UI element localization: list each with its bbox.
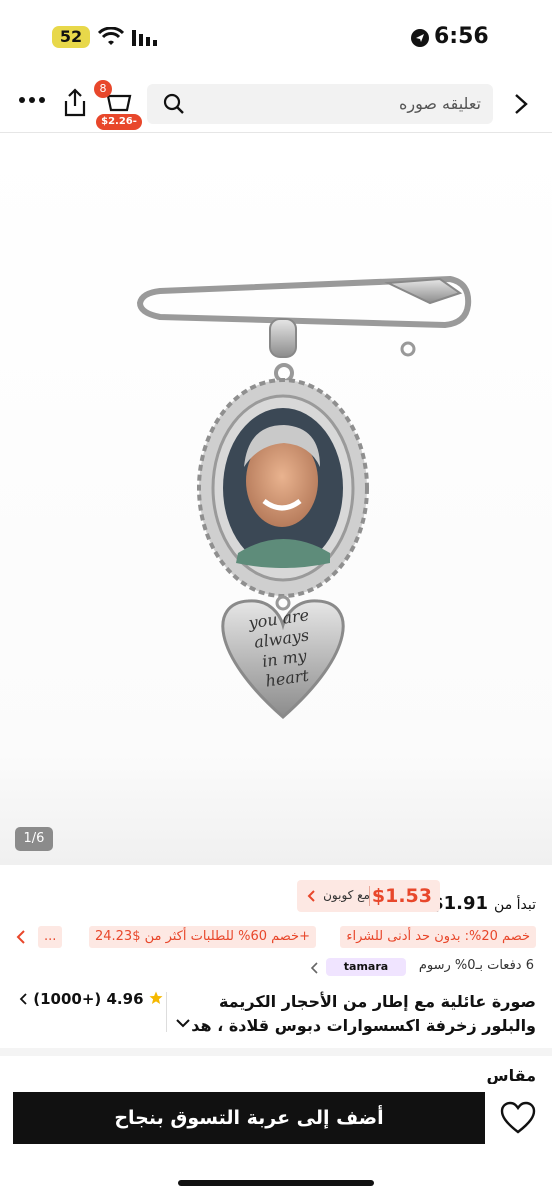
promo-tag[interactable]: خصم 20%: بدون حد أدنى للشراء — [340, 926, 536, 948]
location-icon — [411, 29, 429, 47]
battery-indicator: 52 — [52, 26, 90, 48]
image-pager: 1/6 — [15, 827, 53, 851]
more-icon[interactable] — [18, 92, 46, 106]
expand-chevron-icon[interactable] — [176, 1018, 190, 1028]
top-bar: 8 $2.26- تعليقه صوره — [0, 70, 552, 133]
promo-chevron-icon[interactable] — [16, 930, 26, 944]
coupon-price: $1.53 — [371, 885, 432, 907]
status-bar: 52 6:56 — [0, 0, 552, 70]
cart-price-badge: $2.26- — [96, 114, 142, 130]
share-icon[interactable] — [62, 88, 88, 118]
product-title[interactable]: صورة عائلية مع إطار من الأحجار الكريمة و… — [176, 990, 536, 1038]
back-chevron-icon[interactable] — [512, 92, 530, 116]
tamara-logo: tamara — [326, 958, 406, 976]
coupon-price-tag[interactable]: $1.53 مع كوبون — [297, 880, 440, 912]
product-image-gallery[interactable]: you are always in my heart 1/6 — [0, 133, 552, 865]
wishlist-heart-icon[interactable] — [500, 1101, 536, 1135]
cart-count-badge: 8 — [94, 80, 112, 98]
rating-summary[interactable]: (1000+) 4.96 — [18, 990, 163, 1008]
product-image — [136, 275, 472, 719]
promo-tag[interactable]: خصم 60% للطلبات أكثر من $24.23+ — [88, 926, 316, 948]
search-input[interactable]: تعليقه صوره — [399, 84, 481, 124]
signal-icon — [132, 30, 157, 46]
rating-chevron-icon — [19, 993, 27, 1005]
installments-chevron-icon[interactable] — [310, 962, 318, 974]
search-icon — [163, 93, 184, 114]
wifi-icon — [98, 27, 124, 45]
product-title-line: صورة عائلية مع إطار من الأحجار الكريمة — [218, 992, 536, 1011]
product-title-line: والبلور زخرفة اكسسوارات دبوس قلادة ، هد — [191, 1016, 536, 1035]
coupon-chevron-icon — [307, 890, 315, 902]
title-divider — [166, 992, 167, 1032]
installments-text: 6 دفعات بـ0% رسوم — [418, 958, 534, 973]
add-to-cart-button[interactable]: أضف إلى عربة التسوق بنجاح — [13, 1092, 485, 1144]
review-count: (1000+) — [33, 990, 102, 1008]
star-icon — [149, 991, 163, 1004]
clock: 6:56 — [434, 24, 489, 49]
size-label: مقاس — [486, 1066, 536, 1085]
coupon-label: مع كوبون — [323, 888, 370, 902]
search-bar[interactable]: تعليقه صوره — [147, 84, 493, 124]
promo-tag-more[interactable]: ... — [38, 926, 63, 948]
section-gap — [0, 1048, 552, 1056]
rating-value: 4.96 — [106, 990, 144, 1008]
starting-price-label: تبدأ من — [494, 897, 536, 913]
heart-engraving: you are always in my heart — [231, 603, 335, 695]
home-indicator — [178, 1180, 374, 1186]
